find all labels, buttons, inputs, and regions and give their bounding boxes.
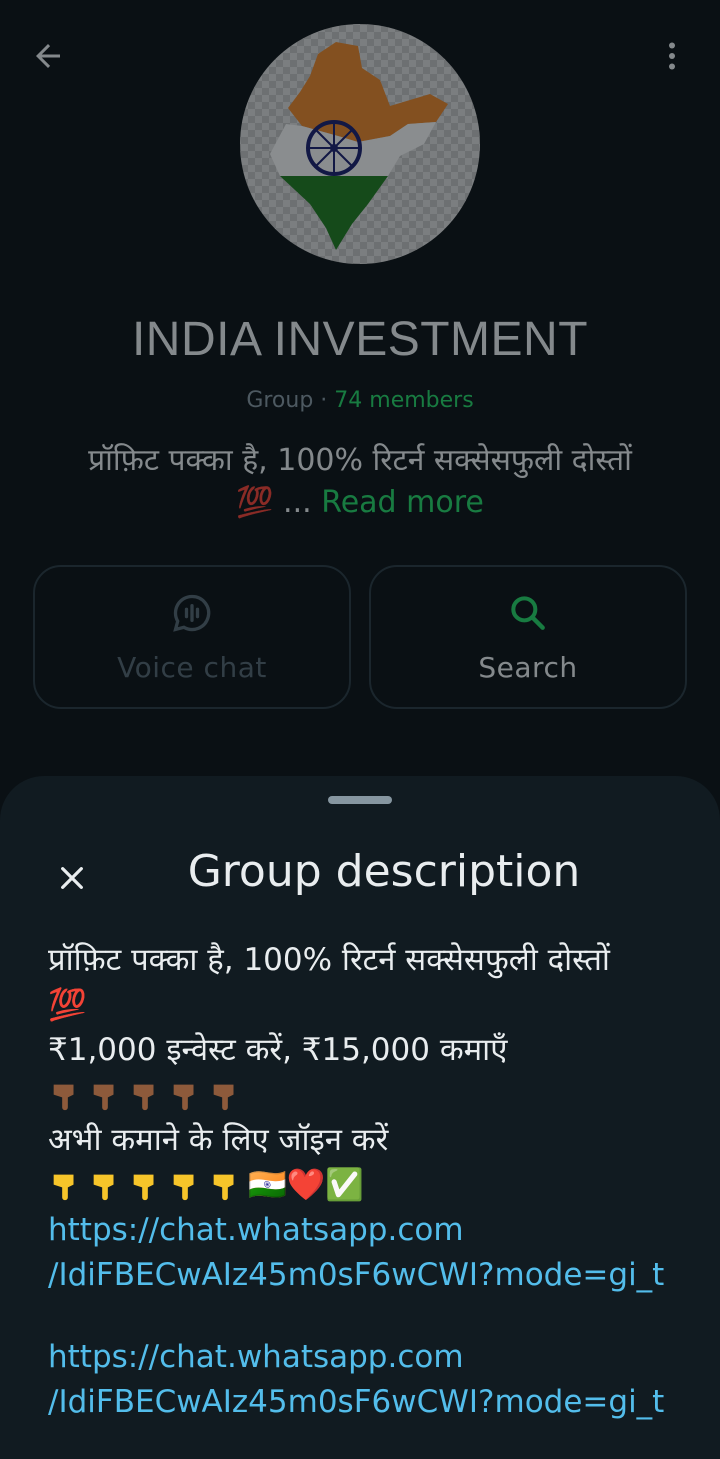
group-avatar[interactable] — [240, 24, 480, 264]
pointing-down-yellow-row: 🇮🇳❤️✅ — [48, 1163, 688, 1208]
close-icon — [61, 867, 83, 889]
voice-chat-label: Voice chat — [117, 650, 267, 684]
pointing-down-icon — [213, 1084, 234, 1110]
pointing-down-dark-row — [48, 1073, 688, 1118]
group-meta: Group · 74 members — [0, 388, 720, 413]
arrow-left-icon — [36, 44, 60, 68]
hundred-emoji: 💯 — [236, 485, 274, 520]
search-label: Search — [478, 650, 578, 684]
pointing-down-icon — [213, 1174, 234, 1200]
description-preview[interactable]: प्रॉफ़िट पक्का है, 100% रिटर्न सक्सेसफुल… — [40, 440, 680, 524]
invite-link-2-part-1[interactable]: https://chat.whatsapp.com — [48, 1335, 688, 1380]
invite-link-1-part-2[interactable]: /IdiFBECwAIz45m0sF6wCWI?mode=gi_t — [48, 1253, 688, 1298]
pointing-down-icon — [93, 1084, 114, 1110]
more-vertical-icon — [669, 42, 675, 70]
description-preview-text: प्रॉफ़िट पक्का है, 100% रिटर्न सक्सेसफुल… — [88, 443, 632, 478]
more-options-button[interactable] — [650, 34, 694, 78]
pointing-down-icon — [133, 1174, 154, 1200]
members-count[interactable]: 74 members — [334, 388, 473, 413]
group-description-sheet: Group description प्रॉफ़िट पक्का है, 100… — [0, 776, 720, 1459]
pointing-down-icon — [133, 1084, 154, 1110]
pointing-down-icon — [53, 1174, 74, 1200]
voice-chat-button[interactable]: Voice chat — [33, 565, 351, 709]
pointing-down-icon — [93, 1174, 114, 1200]
back-button[interactable] — [26, 34, 70, 78]
pointing-down-icon — [173, 1174, 194, 1200]
hundred-emoji-line: 💯 — [48, 987, 87, 1023]
read-more-link[interactable]: Read more — [321, 485, 484, 520]
description-body: प्रॉफ़िट पक्का है, 100% रिटर्न सक्सेसफुल… — [48, 938, 688, 1425]
search-icon — [511, 595, 545, 630]
invite-link-1-part-1[interactable]: https://chat.whatsapp.com — [48, 1208, 688, 1253]
group-name: INDIA INVESTMENT — [131, 313, 589, 366]
pointing-down-icon — [173, 1084, 194, 1110]
pointing-down-icon — [53, 1084, 74, 1110]
search-button[interactable]: Search — [369, 565, 687, 709]
india-map-image — [270, 42, 448, 250]
flag-heart-check-emojis: 🇮🇳❤️✅ — [248, 1167, 364, 1203]
drag-handle[interactable] — [328, 796, 392, 804]
voice-chat-icon — [173, 594, 211, 632]
close-button[interactable] — [44, 850, 100, 906]
group-type-label: Group · — [246, 388, 335, 413]
sheet-title: Group description — [187, 846, 581, 897]
description-line: अभी कमाने के लिए जॉइन करें — [48, 1122, 389, 1158]
description-line: ₹1,000 इन्वेस्ट करें, ₹15,000 कमाएँ — [48, 1032, 508, 1068]
ellipsis: ... — [273, 485, 322, 520]
invite-link-2-part-2[interactable]: /IdiFBECwAIz45m0sF6wCWI?mode=gi_t — [48, 1380, 688, 1425]
description-line: प्रॉफ़िट पक्का है, 100% रिटर्न सक्सेसफुल… — [48, 942, 610, 978]
